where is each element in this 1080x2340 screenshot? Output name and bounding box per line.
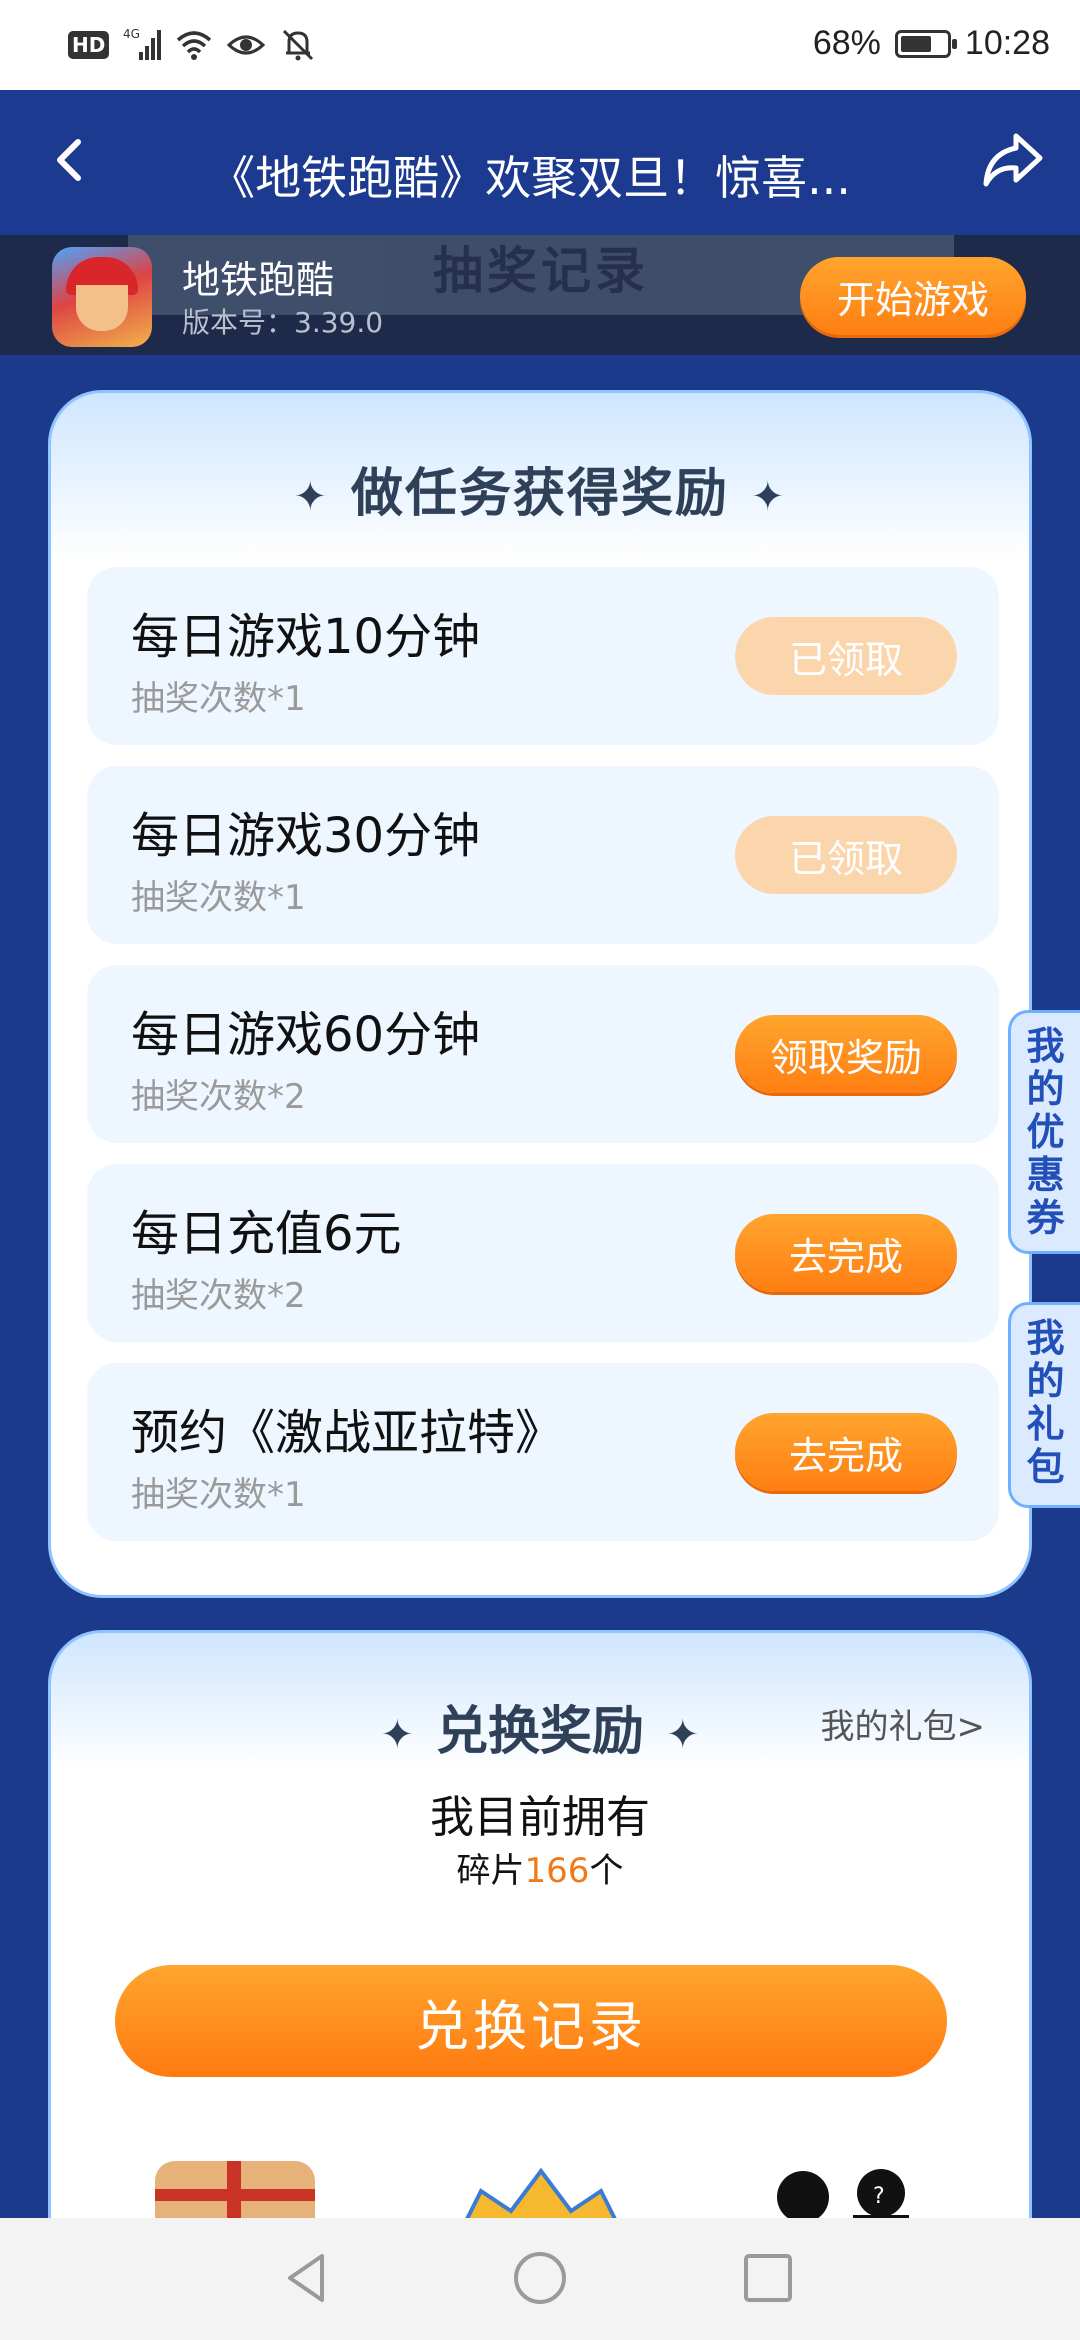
signal-icon: 4G <box>123 27 162 60</box>
game-bar: 抽奖记录 地铁跑酷 版本号：3.39.0 开始游戏 <box>0 235 1080 355</box>
task-item: 每日充值6元 抽奖次数*2 去完成 <box>87 1164 999 1342</box>
claimed-button[interactable]: 已领取 <box>735 617 957 695</box>
task-name: 每日游戏60分钟 <box>131 1007 481 1063</box>
claimed-button[interactable]: 已领取 <box>735 816 957 894</box>
start-game-button[interactable]: 开始游戏 <box>800 257 1026 335</box>
eye-icon <box>227 35 266 55</box>
task-reward: 抽奖次数*1 <box>131 679 306 719</box>
nav-recents-icon[interactable] <box>736 2246 800 2310</box>
hd-indicator: HD <box>68 31 110 59</box>
game-version: 版本号：3.39.0 <box>182 306 384 339</box>
task-reward: 抽奖次数*1 <box>131 878 306 918</box>
task-item: 预约《激战亚拉特》 抽奖次数*1 去完成 <box>87 1363 999 1541</box>
wifi-icon <box>177 31 212 60</box>
go-complete-button[interactable]: 去完成 <box>735 1413 957 1491</box>
my-coupons-tab[interactable]: 我的优惠券 <box>1008 1010 1080 1254</box>
mute-bell-icon <box>283 29 314 61</box>
sparkle-icon: ✦ <box>666 1712 700 1758</box>
clock: 10:28 <box>964 24 1050 62</box>
nav-home-icon[interactable] <box>508 2246 572 2310</box>
game-name: 地铁跑酷 <box>182 258 335 302</box>
my-gift-link[interactable]: 我的礼包> <box>821 1699 986 1748</box>
battery-icon <box>894 29 957 58</box>
task-card-title: ✦ 做任务获得奖励 ✦ <box>293 464 787 524</box>
sparkle-icon: ✦ <box>293 474 329 520</box>
back-chevron-icon <box>57 139 81 181</box>
svg-text:4G: 4G <box>123 27 140 41</box>
task-item: 每日游戏30分钟 抽奖次数*1 已领取 <box>87 766 999 944</box>
fragment-count: 碎片166个 <box>456 1851 624 1891</box>
header: 《地铁跑酷》欢聚双旦！惊喜... <box>0 90 1080 235</box>
svg-text:?: ? <box>873 2184 885 2209</box>
task-reward: 抽奖次数*2 <box>131 1077 306 1117</box>
task-card: ✦ 做任务获得奖励 ✦ 每日游戏10分钟 抽奖次数*1 已领取 每日游戏30分钟 抽… <box>48 390 1032 1598</box>
battery-percent: 68% <box>812 24 881 62</box>
my-coupons-label: 我的优惠券 <box>1026 1024 1065 1240</box>
battery-fill <box>900 35 931 52</box>
own-label: 我目前拥有 <box>430 1792 650 1843</box>
share-arrow-icon[interactable] <box>980 130 1044 190</box>
back-button[interactable] <box>44 132 94 188</box>
task-name: 预约《激战亚拉特》 <box>131 1405 564 1461</box>
claim-reward-button[interactable]: 领取奖励 <box>735 1015 957 1093</box>
go-complete-button[interactable]: 去完成 <box>735 1214 957 1292</box>
my-gifts-tab[interactable]: 我的礼包 <box>1008 1302 1080 1508</box>
system-nav-bar <box>0 2218 1080 2340</box>
page-title: 《地铁跑酷》欢聚双旦！惊喜... <box>209 151 851 205</box>
nav-back-icon[interactable] <box>276 2246 340 2310</box>
game-app-icon <box>52 247 152 347</box>
fragment-number: 166 <box>524 1851 590 1891</box>
task-name: 每日游戏30分钟 <box>131 808 481 864</box>
task-name: 每日充值6元 <box>131 1206 402 1262</box>
task-item: 每日游戏10分钟 抽奖次数*1 已领取 <box>87 567 999 745</box>
task-name: 每日游戏10分钟 <box>131 609 481 665</box>
task-reward: 抽奖次数*1 <box>131 1475 306 1515</box>
status-bar: HD 4G 68% 10:28 <box>0 0 1080 90</box>
task-item: 每日游戏60分钟 抽奖次数*2 领取奖励 <box>87 965 999 1143</box>
my-gifts-label: 我的礼包 <box>1026 1316 1065 1489</box>
sparkle-icon: ✦ <box>751 474 787 520</box>
sparkle-icon: ✦ <box>380 1712 414 1758</box>
exchange-record-button[interactable]: 兑换记录 <box>115 1965 947 2077</box>
task-reward: 抽奖次数*2 <box>131 1276 306 1316</box>
